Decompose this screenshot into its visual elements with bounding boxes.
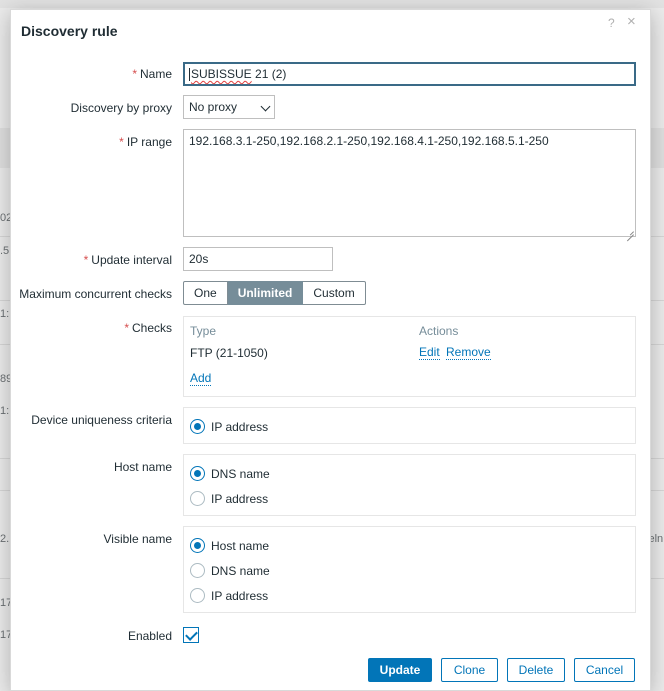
radio-selected-icon[interactable] <box>190 538 205 553</box>
proxy-label: Discovery by proxy <box>70 101 172 115</box>
visible-name-option-host[interactable]: Host name <box>190 538 269 553</box>
uniqueness-option-label: IP address <box>211 419 269 434</box>
checks-label-text: Checks <box>131 321 172 335</box>
visible-name-option-ip[interactable]: IP address <box>190 588 268 603</box>
host-name-option-dns[interactable]: DNS name <box>190 466 270 481</box>
cancel-button[interactable]: Cancel <box>574 658 635 682</box>
name-label-text: Name <box>139 67 172 81</box>
background-text: .5 <box>0 245 10 257</box>
visible-name-label: Visible name <box>103 532 172 546</box>
visible-name-option-label: IP address <box>211 588 269 603</box>
close-icon[interactable]: × <box>627 13 636 30</box>
required-marker: * <box>132 67 137 81</box>
discovery-rule-dialog: Discovery rule ? × * Name SUBISSUE 21 (2)… <box>10 9 651 691</box>
proxy-select-value: No proxy <box>189 100 238 114</box>
radio-unselected-icon[interactable] <box>190 588 205 603</box>
host-name-label: Host name <box>113 460 172 474</box>
clone-button[interactable]: Clone <box>441 658 498 682</box>
check-edit-link[interactable]: Edit <box>419 346 440 360</box>
required-marker: * <box>83 253 89 267</box>
checks-col-actions: Actions <box>419 324 459 338</box>
update-interval-label-text: Update interval <box>91 253 172 267</box>
visible-name-option-dns[interactable]: DNS name <box>190 563 270 578</box>
ip-range-textarea[interactable]: 192.168.3.1-250,192.168.2.1-250,192.168.… <box>183 129 636 237</box>
checks-col-type: Type <box>190 324 217 338</box>
max-checks-unlimited[interactable]: Unlimited <box>227 281 304 305</box>
name-input[interactable]: SUBISSUE 21 (2) <box>183 62 636 86</box>
ip-range-label-text: IP range <box>126 135 172 149</box>
checks-label: * Checks <box>124 321 172 335</box>
host-name-group: DNS name IP address <box>183 454 636 516</box>
required-marker: * <box>124 321 129 335</box>
resize-handle-icon[interactable] <box>626 227 634 235</box>
proxy-select[interactable]: No proxy <box>183 95 275 119</box>
name-input-spellcheck-word: SUBISSUE <box>191 67 252 81</box>
enabled-label: Enabled <box>127 629 172 643</box>
ip-range-value: 192.168.3.1-250,192.168.2.1-250,192.168.… <box>189 134 549 148</box>
radio-unselected-icon[interactable] <box>190 491 205 506</box>
text-caret <box>189 68 190 82</box>
chevron-down-icon <box>260 101 271 112</box>
check-add-link[interactable]: Add <box>190 372 212 386</box>
name-input-value-rest: 21 (2) <box>251 67 287 81</box>
help-icon[interactable]: ? <box>608 16 615 30</box>
max-checks-custom[interactable]: Custom <box>303 281 366 305</box>
visible-name-option-label: DNS name <box>211 563 270 578</box>
host-name-option-ip[interactable]: IP address <box>190 491 268 506</box>
enabled-checkbox[interactable] <box>183 627 199 643</box>
update-button[interactable]: Update <box>368 658 432 682</box>
uniqueness-label: Device uniqueness criteria <box>31 413 172 427</box>
background-header <box>0 0 664 8</box>
check-remove-link[interactable]: Remove <box>446 346 491 360</box>
max-checks-label: Maximum concurrent checks <box>19 287 172 301</box>
uniqueness-option-ip[interactable]: IP address <box>190 419 268 434</box>
visible-name-option-label: Host name <box>211 538 270 553</box>
update-interval-label: * Update interval <box>84 253 172 267</box>
ip-range-label: * IP range <box>119 135 172 149</box>
visible-name-group: Host name DNS name IP address <box>183 526 636 613</box>
uniqueness-group: IP address <box>183 407 636 444</box>
required-marker: * <box>119 135 124 149</box>
host-name-option-label: IP address <box>211 491 269 506</box>
check-row-type: FTP (21-1050) <box>190 346 268 360</box>
max-checks-one[interactable]: One <box>183 281 228 305</box>
checks-table: Type Actions FTP (21-1050) Edit Remove A… <box>183 316 636 397</box>
dialog-title: Discovery rule <box>21 23 118 39</box>
radio-selected-icon[interactable] <box>190 466 205 481</box>
radio-selected-icon[interactable] <box>190 419 205 434</box>
name-label: * Name <box>132 67 172 81</box>
update-interval-input[interactable]: 20s <box>183 247 333 271</box>
host-name-option-label: DNS name <box>211 466 270 481</box>
max-checks-segmented: One Unlimited Custom <box>183 281 366 305</box>
delete-button[interactable]: Delete <box>507 658 565 682</box>
radio-unselected-icon[interactable] <box>190 563 205 578</box>
